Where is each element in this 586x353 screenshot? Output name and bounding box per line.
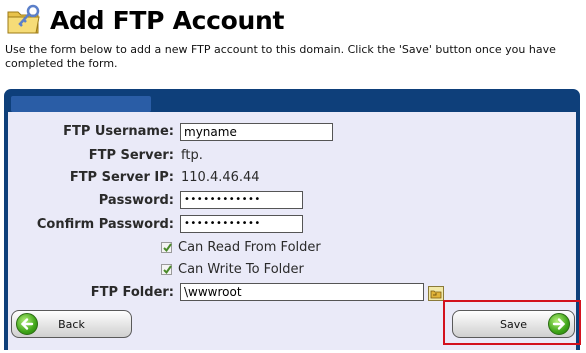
back-button[interactable]: Back (11, 310, 132, 338)
ftp-folder-input[interactable]: \wwwroot (180, 283, 424, 301)
ftp-username-label: FTP Username: (63, 124, 174, 139)
panel-tab (11, 96, 151, 112)
can-read-label: Can Read From Folder (178, 240, 321, 255)
ftp-server-value: ftp. (181, 148, 203, 163)
can-read-row: Can Read From Folder (161, 240, 321, 255)
can-write-checkbox[interactable] (161, 264, 172, 275)
ftp-username-input[interactable]: myname (180, 123, 333, 141)
ftp-folder-label: FTP Folder: (90, 285, 174, 300)
can-write-row: Can Write To Folder (161, 262, 304, 277)
ftp-server-ip-value: 110.4.46.44 (181, 170, 260, 185)
ftp-server-ip-label: FTP Server IP: (69, 170, 174, 185)
back-button-label: Back (58, 317, 85, 331)
password-label: Password: (98, 193, 174, 208)
page-header: Add FTP Account (6, 2, 285, 38)
save-highlight-box (443, 300, 581, 345)
ftp-server-label: FTP Server: (88, 148, 174, 163)
confirm-password-input[interactable]: •••••••••••• (180, 215, 303, 233)
can-read-checkbox[interactable] (161, 242, 172, 253)
confirm-password-label: Confirm Password: (36, 217, 174, 232)
page-title: Add FTP Account (50, 5, 285, 35)
can-write-label: Can Write To Folder (178, 262, 304, 277)
folder-key-icon (7, 4, 40, 34)
intro-text: Use the form below to add a new FTP acco… (5, 43, 556, 70)
browse-folder-icon[interactable] (428, 286, 444, 301)
password-input[interactable]: •••••••••••• (180, 191, 303, 209)
